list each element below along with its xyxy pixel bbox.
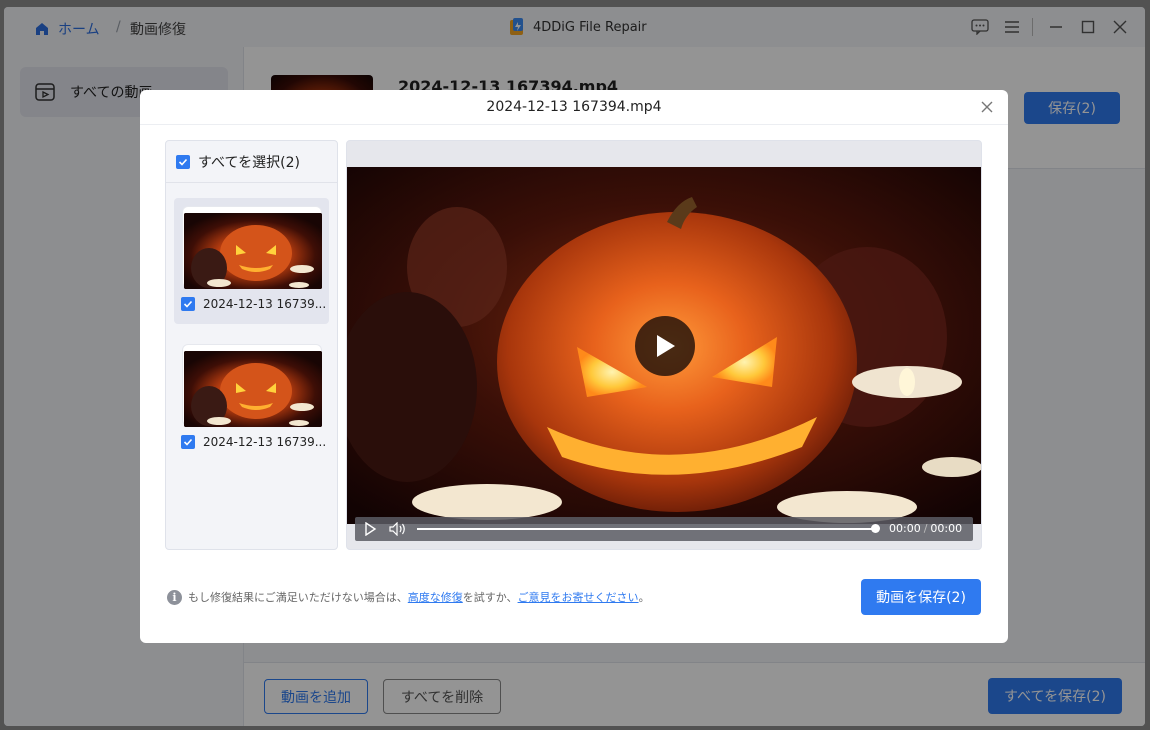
progress-bar[interactable] xyxy=(417,528,875,530)
check-icon xyxy=(183,300,193,308)
current-time: 00:00 xyxy=(889,522,921,535)
file-thumbnail xyxy=(182,206,322,289)
pumpkin-thumbnail-image xyxy=(184,351,322,427)
list-item[interactable]: 2024-12-13 16739... xyxy=(174,198,329,324)
info-icon: i xyxy=(167,589,182,605)
close-icon xyxy=(981,101,993,113)
volume-icon[interactable] xyxy=(389,522,407,536)
dialog-close-button[interactable] xyxy=(976,96,998,118)
file-checkbox[interactable] xyxy=(181,435,195,449)
progress-handle[interactable] xyxy=(871,524,880,533)
video-preview: 00:00/00:00 xyxy=(346,140,982,550)
play-icon[interactable] xyxy=(363,522,377,536)
time-display: 00:00/00:00 xyxy=(889,522,962,535)
file-label: 2024-12-13 16739... xyxy=(181,435,326,449)
file-name: 2024-12-13 16739... xyxy=(203,435,327,449)
play-icon xyxy=(657,335,675,357)
file-label: 2024-12-13 16739... xyxy=(181,297,326,311)
advanced-repair-link[interactable]: 高度な修復 xyxy=(408,589,463,605)
select-all-row[interactable]: すべてを選択(2) xyxy=(166,141,337,183)
dialog-header: 2024-12-13 167394.mp4 xyxy=(140,90,1008,125)
file-checkbox[interactable] xyxy=(181,297,195,311)
time-separator: / xyxy=(923,522,928,535)
footnote-middle: を試すか、 xyxy=(462,591,518,604)
save-video-button[interactable]: 動画を保存(2) xyxy=(861,579,981,615)
footnote-prefix: もし修復結果にご満足いただけない場合は、 xyxy=(188,591,408,604)
play-button[interactable] xyxy=(635,316,695,376)
check-icon xyxy=(178,158,188,166)
preview-dialog: 2024-12-13 167394.mp4 すべてを選択(2) 2024-12-… xyxy=(140,90,1008,643)
check-icon xyxy=(183,438,193,446)
footnote: i もし修復結果にご満足いただけない場合は、 高度な修復 を試すか、 ご意見をお… xyxy=(167,589,650,605)
select-all-label: すべてを選択(2) xyxy=(198,154,301,171)
duration: 00:00 xyxy=(930,522,963,535)
video-frame[interactable] xyxy=(347,167,981,524)
file-name: 2024-12-13 16739... xyxy=(203,297,327,311)
pumpkin-thumbnail-image xyxy=(184,213,322,289)
select-all-checkbox[interactable] xyxy=(176,154,190,169)
file-list: すべてを選択(2) 2024-12-13 16739... 2024-12-13… xyxy=(165,140,338,550)
footnote-suffix: 。 xyxy=(638,591,650,604)
player-controls: 00:00/00:00 xyxy=(355,517,973,541)
list-item[interactable]: 2024-12-13 16739... xyxy=(174,336,329,462)
file-thumbnail xyxy=(182,344,322,427)
dialog-title: 2024-12-13 167394.mp4 xyxy=(486,99,662,115)
feedback-link[interactable]: ご意見をお寄せください xyxy=(518,589,639,605)
